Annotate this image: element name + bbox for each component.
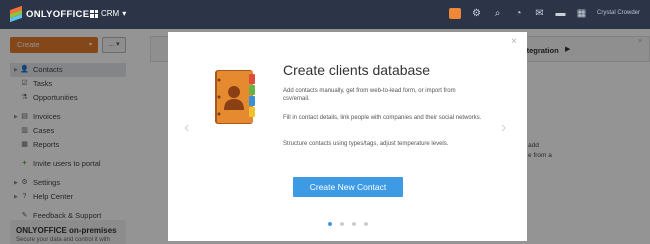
module-name: CRM	[101, 9, 120, 18]
carousel-pagination	[328, 222, 368, 226]
logo[interactable]: ONLYOFFICE	[10, 5, 90, 23]
address-book-icon	[215, 70, 255, 124]
carousel-dot[interactable]	[328, 222, 332, 226]
module-switcher[interactable]: CRM ▾	[90, 9, 126, 18]
carousel-dot[interactable]	[352, 222, 356, 226]
chat-icon[interactable]: ▬	[555, 8, 566, 19]
logo-text: ONLYOFFICE	[26, 8, 90, 20]
top-navbar: ONLYOFFICE CRM ▾ ⚙ ⌕ ◔ ✉ ▬ ▦ Crystal Cro…	[0, 0, 650, 29]
carousel-dot[interactable]	[340, 222, 344, 226]
topbar-icons: ⚙ ⌕ ◔ ✉ ▬ ▦	[449, 8, 587, 19]
create-new-contact-button[interactable]: Create New Contact	[293, 177, 403, 197]
chevron-left-icon[interactable]: ‹	[184, 119, 189, 137]
modal-paragraph: Add contacts manually, get from web-to-l…	[283, 88, 456, 102]
modal-title: Create clients database	[283, 62, 431, 78]
modal-paragraph: Fill in contact details, link people wit…	[283, 115, 482, 121]
modules-grid-icon	[90, 9, 98, 18]
gear-icon[interactable]: ⚙	[471, 8, 482, 19]
modal-paragraph: Structure contacts using types/tags, adj…	[283, 141, 449, 147]
mail-icon[interactable]: ✉	[534, 8, 545, 19]
logo-icon	[10, 5, 22, 23]
feed-icon[interactable]: ◔	[513, 8, 524, 19]
chevron-down-icon: ▾	[122, 9, 127, 18]
modal-close-icon[interactable]: ×	[511, 37, 517, 47]
chevron-right-icon[interactable]: ›	[501, 119, 506, 137]
user-name[interactable]: Crystal Crowder	[597, 10, 640, 16]
gift-icon[interactable]	[449, 8, 461, 19]
search-icon[interactable]: ⌕	[492, 8, 503, 19]
calendar-icon[interactable]: ▦	[576, 8, 587, 19]
carousel-dot[interactable]	[364, 222, 368, 226]
